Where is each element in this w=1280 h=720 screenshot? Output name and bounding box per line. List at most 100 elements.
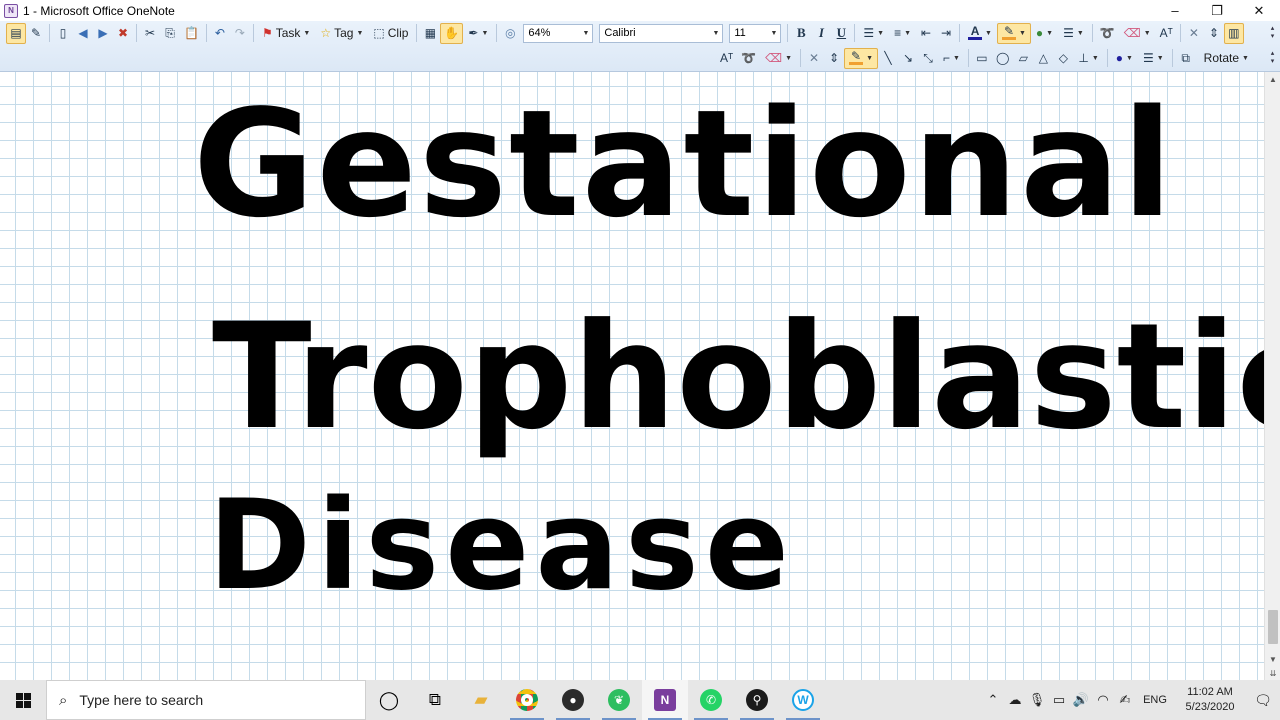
line-weight-button[interactable]: ☰ ▼ bbox=[1058, 23, 1089, 44]
font-combo[interactable]: Calibri ▼ bbox=[599, 23, 724, 43]
pen-glyph: ✎ bbox=[851, 49, 862, 63]
paste-icon[interactable]: 📋 bbox=[180, 23, 203, 44]
ellipse-icon[interactable]: ◯ bbox=[992, 48, 1013, 69]
underline-button[interactable]: U bbox=[831, 23, 851, 44]
language-indicator[interactable]: ENG bbox=[1136, 694, 1174, 706]
toolbar-overflow-icon[interactable]: ▴ ▾ bbox=[1268, 46, 1277, 68]
eraser-button[interactable]: ⌫ ▼ bbox=[760, 48, 797, 69]
increase-indent-icon[interactable]: ⇥ bbox=[936, 23, 956, 44]
font-color-button[interactable]: A ▼ bbox=[963, 23, 997, 44]
double-arrow-icon[interactable]: ⤡ bbox=[918, 48, 938, 69]
notifications-icon[interactable]: 🗨 bbox=[1246, 680, 1280, 720]
start-button[interactable] bbox=[0, 680, 46, 720]
note-page-canvas[interactable]: Gestational Trophoblastic Disease bbox=[0, 72, 1264, 680]
bold-button[interactable]: B bbox=[791, 23, 811, 44]
scrollbar-thumb[interactable] bbox=[1268, 610, 1278, 644]
zoom-icon[interactable]: ◎ bbox=[500, 23, 520, 44]
clock[interactable]: 11:02 AM 5/23/2020 bbox=[1174, 685, 1246, 715]
highlighter-button[interactable]: ✎ ▼ bbox=[996, 22, 1031, 44]
pan-hand-icon[interactable]: ✋ bbox=[440, 22, 464, 44]
insert-space-icon[interactable]: ⇕ bbox=[1204, 23, 1224, 44]
new-page-icon[interactable]: ▯ bbox=[53, 23, 73, 44]
redo-icon[interactable]: ↷ bbox=[230, 23, 250, 44]
shape-color-button[interactable]: ● ▼ bbox=[1111, 48, 1138, 69]
chevron-down-icon: ▼ bbox=[866, 54, 873, 62]
pen-ink-icon[interactable]: ✍ bbox=[1114, 680, 1136, 720]
evernote-logo-icon: ❦ bbox=[608, 689, 630, 711]
task-view-icon[interactable]: ⧉ bbox=[412, 680, 458, 720]
scroll-end-icon[interactable]: ⇊ bbox=[1265, 666, 1280, 680]
lasso-icon[interactable]: ➰ bbox=[1096, 23, 1119, 44]
chevron-down-icon: ▼ bbox=[953, 54, 960, 62]
line-icon[interactable]: ╲ bbox=[878, 48, 898, 69]
decrease-indent-icon[interactable]: ⇤ bbox=[916, 23, 936, 44]
copy-icon[interactable]: ⎘ bbox=[160, 23, 180, 44]
file-explorer-icon[interactable]: ▰ bbox=[458, 680, 504, 720]
close-button[interactable]: ✕ bbox=[1238, 0, 1280, 21]
full-page-view-icon[interactable]: ▤ bbox=[6, 22, 26, 44]
fill-color-button[interactable]: ● ▼ bbox=[1031, 23, 1058, 44]
wifi-icon[interactable]: ◠ bbox=[1092, 680, 1114, 720]
tag-button[interactable]: ☆ Tag ▼ bbox=[315, 23, 368, 44]
minimize-button[interactable]: – bbox=[1154, 0, 1196, 21]
insert-space-icon[interactable]: ⇕ bbox=[824, 48, 844, 69]
onenote-app-icon[interactable]: N bbox=[4, 3, 18, 18]
pen-mode-icon[interactable]: ✎ bbox=[26, 23, 46, 44]
evernote-icon[interactable]: ❦ bbox=[596, 680, 642, 720]
arrange-icon[interactable]: ⧉ bbox=[1176, 48, 1196, 69]
battery-icon[interactable]: ▭ bbox=[1048, 680, 1070, 720]
vertical-scrollbar[interactable]: ▲ ▼ ⇊ bbox=[1264, 72, 1280, 680]
parallelogram-icon[interactable]: ▱ bbox=[1013, 48, 1033, 69]
obs-icon[interactable]: ● bbox=[550, 680, 596, 720]
scroll-up-icon[interactable]: ▲ bbox=[1265, 72, 1280, 86]
axes-button[interactable]: ⊥ ▼ bbox=[1073, 48, 1103, 69]
line-style-button[interactable]: ☰ ▼ bbox=[1138, 48, 1169, 69]
pen-color-button[interactable]: ✎ ▼ bbox=[844, 47, 878, 69]
onenote-taskbar-icon[interactable]: N bbox=[642, 680, 688, 720]
w-app-icon[interactable]: W bbox=[780, 680, 826, 720]
cortana-icon[interactable]: ◯ bbox=[366, 680, 412, 720]
delete-ink-icon[interactable]: ✕ bbox=[1184, 23, 1204, 44]
undo-icon[interactable]: ↶ bbox=[210, 23, 230, 44]
toolbar-overflow-icon[interactable]: ▴ ▾ bbox=[1268, 21, 1277, 43]
microphone-icon[interactable]: 🎙 bbox=[1026, 680, 1048, 720]
page-view-icon[interactable]: ▥ bbox=[1223, 22, 1244, 44]
clip-button[interactable]: ⬚ Clip bbox=[368, 23, 413, 44]
pinned-app-icon[interactable]: ⚲ bbox=[734, 680, 780, 720]
arrow-line-icon[interactable]: ↘ bbox=[898, 48, 918, 69]
whatsapp-icon[interactable]: ✆ bbox=[688, 680, 734, 720]
chrome-icon[interactable] bbox=[504, 680, 550, 720]
show-hidden-icons-icon[interactable]: ⌃ bbox=[982, 680, 1004, 720]
ink-line-3[interactable]: Disease bbox=[208, 484, 795, 608]
eraser-button[interactable]: ⌫ ▼ bbox=[1119, 23, 1156, 44]
restore-button[interactable]: ❐ bbox=[1196, 0, 1238, 21]
toolbar-separator bbox=[787, 24, 789, 42]
font-size-combo[interactable]: 11 ▼ bbox=[729, 23, 782, 43]
back-arrow-icon[interactable]: ◀ bbox=[73, 23, 93, 44]
ink-line-1[interactable]: Gestational bbox=[193, 90, 1175, 238]
onedrive-icon[interactable]: ☁ bbox=[1004, 680, 1026, 720]
ink-line-2[interactable]: Trophoblastic bbox=[212, 304, 1264, 450]
volume-icon[interactable]: 🔊 bbox=[1070, 680, 1092, 720]
rotate-button[interactable]: Rotate ▼ bbox=[1196, 48, 1254, 69]
italic-button[interactable]: I bbox=[811, 23, 831, 44]
ink-to-text-icon[interactable]: Aᵀ bbox=[716, 48, 737, 69]
bullets-button[interactable]: ☰ ▼ bbox=[858, 23, 889, 44]
connector-button[interactable]: ⌐ ▼ bbox=[938, 48, 965, 69]
taskbar-search-box[interactable]: ⌕ Type here to search bbox=[46, 680, 366, 720]
cut-icon[interactable]: ✂ bbox=[140, 23, 160, 44]
rectangle-icon[interactable]: ▭ bbox=[972, 48, 992, 69]
table-icon[interactable]: ▦ bbox=[420, 23, 440, 44]
task-button[interactable]: ⚑ Task ▼ bbox=[257, 23, 315, 44]
ink-to-text-icon[interactable]: Aᵀ bbox=[1156, 23, 1177, 44]
diamond-icon[interactable]: ◇ bbox=[1053, 48, 1073, 69]
forward-arrow-icon[interactable]: ▶ bbox=[93, 23, 113, 44]
scroll-down-icon[interactable]: ▼ bbox=[1265, 652, 1280, 666]
delete-icon[interactable]: ✖ bbox=[113, 23, 133, 44]
pen-selector-button[interactable]: ✒ ▼ bbox=[463, 23, 493, 44]
zoom-combo[interactable]: 64% ▼ bbox=[523, 23, 594, 43]
numbering-button[interactable]: ≡ ▼ bbox=[889, 23, 916, 44]
triangle-icon[interactable]: △ bbox=[1033, 48, 1053, 69]
lasso-select-icon[interactable]: ➰ bbox=[737, 48, 760, 69]
delete-icon[interactable]: ✕ bbox=[804, 48, 824, 69]
